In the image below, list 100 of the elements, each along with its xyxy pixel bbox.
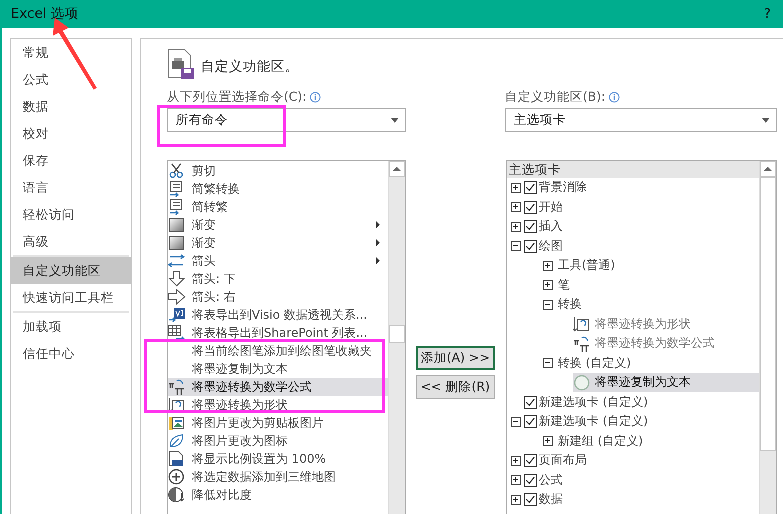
scroll-up-button[interactable] — [389, 161, 405, 177]
expand-icon[interactable] — [511, 202, 521, 212]
sidebar-item[interactable]: 语言 — [11, 174, 131, 201]
tree-item[interactable]: 将墨迹转换为形状 — [573, 314, 759, 334]
checkbox[interactable] — [524, 493, 537, 506]
expand-icon[interactable] — [543, 260, 553, 271]
tree-item[interactable]: 将墨迹转换为数学公式 — [573, 334, 759, 354]
checkbox[interactable] — [524, 415, 537, 428]
checkbox[interactable] — [524, 474, 537, 487]
sidebar-item[interactable]: 公式 — [11, 66, 131, 93]
add-button[interactable]: 添加(A) >> — [416, 346, 495, 370]
sidebar-item[interactable]: 轻松访问 — [11, 201, 131, 228]
dropdown[interactable]: 主选项卡 — [505, 108, 777, 132]
checkbox[interactable] — [524, 454, 537, 468]
tree-item[interactable]: 绘图 — [539, 238, 563, 255]
expand-icon[interactable] — [511, 182, 521, 193]
scrollbar[interactable] — [759, 161, 776, 514]
expand-icon[interactable] — [511, 494, 521, 505]
scroll-thumb[interactable] — [760, 177, 776, 451]
list-item[interactable]: 渐变 — [168, 216, 388, 234]
checkbox[interactable] — [524, 181, 537, 194]
picture-icon — [168, 415, 186, 431]
field-label: 从下列位置选择命令(C): — [167, 88, 307, 106]
sidebar-item[interactable]: 自定义功能区 — [11, 257, 131, 284]
list-item[interactable]: 箭头: 下 — [168, 270, 388, 288]
expand-icon[interactable] — [511, 456, 521, 466]
list-item[interactable]: 将显示比例设置为 100% — [168, 450, 388, 468]
plus-circle-icon — [168, 469, 186, 485]
scroll-up-button[interactable] — [760, 161, 776, 177]
collapse-icon[interactable] — [543, 300, 553, 310]
tree-item[interactable]: 页面布局 — [539, 452, 587, 470]
collapse-icon[interactable] — [543, 358, 553, 368]
sidebar-item[interactable]: 高级 — [11, 228, 131, 255]
tree-item[interactable]: 新建选项卡 (自定义) — [539, 394, 648, 411]
tree-item[interactable]: 背景消除 — [539, 179, 587, 196]
table-icon — [168, 325, 186, 341]
expand-icon[interactable] — [543, 436, 553, 446]
tree-item[interactable]: 新建组 (自定义) — [558, 432, 644, 450]
sidebar-item[interactable]: 快速访问工具栏 — [11, 284, 131, 311]
list-item[interactable]: 将当前绘图笔添加到绘图笔收藏夹 — [168, 342, 388, 360]
collapse-icon[interactable] — [511, 241, 521, 252]
list-item[interactable]: 箭头 — [168, 252, 388, 270]
list-item[interactable]: 渐变 — [168, 234, 388, 252]
scroll-thumb[interactable] — [389, 325, 405, 343]
list-item[interactable]: 将图片更改为图标 — [168, 432, 388, 450]
tree-item[interactable]: 工具(普通) — [558, 257, 616, 274]
tree-item[interactable]: 公式 — [539, 472, 563, 489]
tree-item[interactable]: 新建选项卡 (自定义) — [539, 413, 648, 430]
gradient-icon — [168, 217, 186, 233]
sidebar-item[interactable]: 信任中心 — [11, 340, 131, 367]
list-item[interactable]: 简转繁 — [168, 198, 388, 216]
list-item[interactable]: 将表格导出到SharePoint 列表... — [168, 324, 388, 342]
checkbox[interactable] — [524, 200, 537, 214]
list-item[interactable]: 简繁转换 — [168, 180, 388, 198]
dropdown-value: 所有命令 — [176, 112, 228, 128]
collapse-icon[interactable] — [511, 416, 521, 427]
tree-item[interactable]: 开始 — [539, 198, 563, 216]
checkbox[interactable] — [524, 396, 537, 409]
sidebar-item[interactable]: 加载项 — [11, 313, 131, 340]
contrast-icon — [168, 487, 186, 503]
list-item[interactable]: 将选定数据添加到三维地图 — [168, 468, 388, 486]
tree-header: 主选项卡 — [507, 161, 759, 178]
info-icon — [608, 92, 620, 102]
info-icon — [310, 92, 321, 102]
sidebar-item[interactable]: 常规 — [11, 39, 131, 66]
expand-icon[interactable] — [511, 475, 521, 486]
remove-button[interactable]: << 删除(R) — [416, 375, 495, 399]
tree-item[interactable]: 数据 — [539, 491, 563, 508]
tree-item[interactable]: 转换 — [558, 296, 582, 314]
tree-item[interactable]: 笔 — [558, 276, 570, 294]
help-button[interactable]: ? — [762, 6, 773, 22]
dropdown[interactable]: 所有命令 — [167, 108, 406, 132]
math-icon — [168, 379, 186, 395]
sidebar-item[interactable]: 数据 — [11, 93, 131, 120]
shape-icon — [168, 397, 186, 413]
double-arrow-icon — [168, 253, 186, 269]
tree-item[interactable]: 插入 — [539, 218, 563, 236]
list-item[interactable]: 剪切 — [168, 162, 388, 180]
expand-icon[interactable] — [511, 222, 521, 232]
expand-icon[interactable] — [543, 280, 553, 290]
list-item[interactable]: 降低对比度 — [168, 486, 388, 504]
tree-item[interactable]: 将墨迹复制为文本 — [573, 373, 759, 392]
list-item[interactable]: 将图片更改为剪贴板图片 — [168, 414, 388, 432]
list-item[interactable]: 将墨迹复制为文本 — [168, 360, 388, 378]
checkbox[interactable] — [524, 240, 537, 253]
caret-icon — [762, 118, 770, 122]
shape-icon — [573, 316, 591, 332]
sidebar-item[interactable]: 校对 — [11, 120, 131, 147]
scrollbar[interactable] — [388, 161, 405, 514]
checkbox[interactable] — [524, 220, 537, 234]
list-item[interactable]: 将墨迹转换为数学公式 — [168, 378, 388, 396]
zoom-icon — [168, 451, 186, 467]
list-item[interactable]: 将表导出到Visio 数据透视关系... — [168, 306, 388, 324]
gradient-icon — [168, 235, 186, 251]
list-item[interactable]: 箭头: 右 — [168, 288, 388, 306]
sidebar-item[interactable]: 保存 — [11, 147, 131, 174]
window-title: Excel 选项 — [11, 5, 80, 23]
down-arrow-icon — [168, 271, 186, 287]
tree-item[interactable]: 转换 (自定义) — [558, 354, 632, 372]
leaf-icon — [168, 433, 186, 449]
